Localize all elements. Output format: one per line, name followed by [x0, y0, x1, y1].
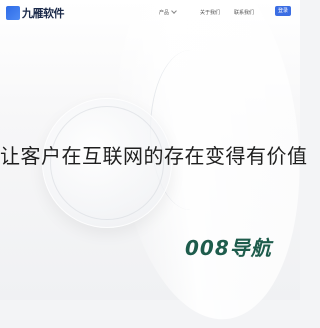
nav-item-products[interactable]: 产品: [159, 8, 177, 16]
nav-item-contact[interactable]: 联系我们: [234, 9, 254, 16]
brand-watermark: 008导航: [185, 236, 272, 260]
site-header: 九雁软件 产品 关于我们 联系我们 登录: [0, 0, 300, 28]
nav-item-products-label: 产品: [159, 10, 170, 16]
hero-slogan: 让客户在互联网的存在变得有价值: [0, 144, 308, 168]
nav-item-about[interactable]: 关于我们: [200, 9, 220, 16]
logo-text: 九雁软件: [22, 7, 65, 20]
chevron-down-icon: [171, 8, 177, 14]
logo-icon: [6, 6, 20, 20]
login-button[interactable]: 登录: [275, 6, 291, 16]
site-logo[interactable]: 九雁软件: [6, 5, 65, 21]
